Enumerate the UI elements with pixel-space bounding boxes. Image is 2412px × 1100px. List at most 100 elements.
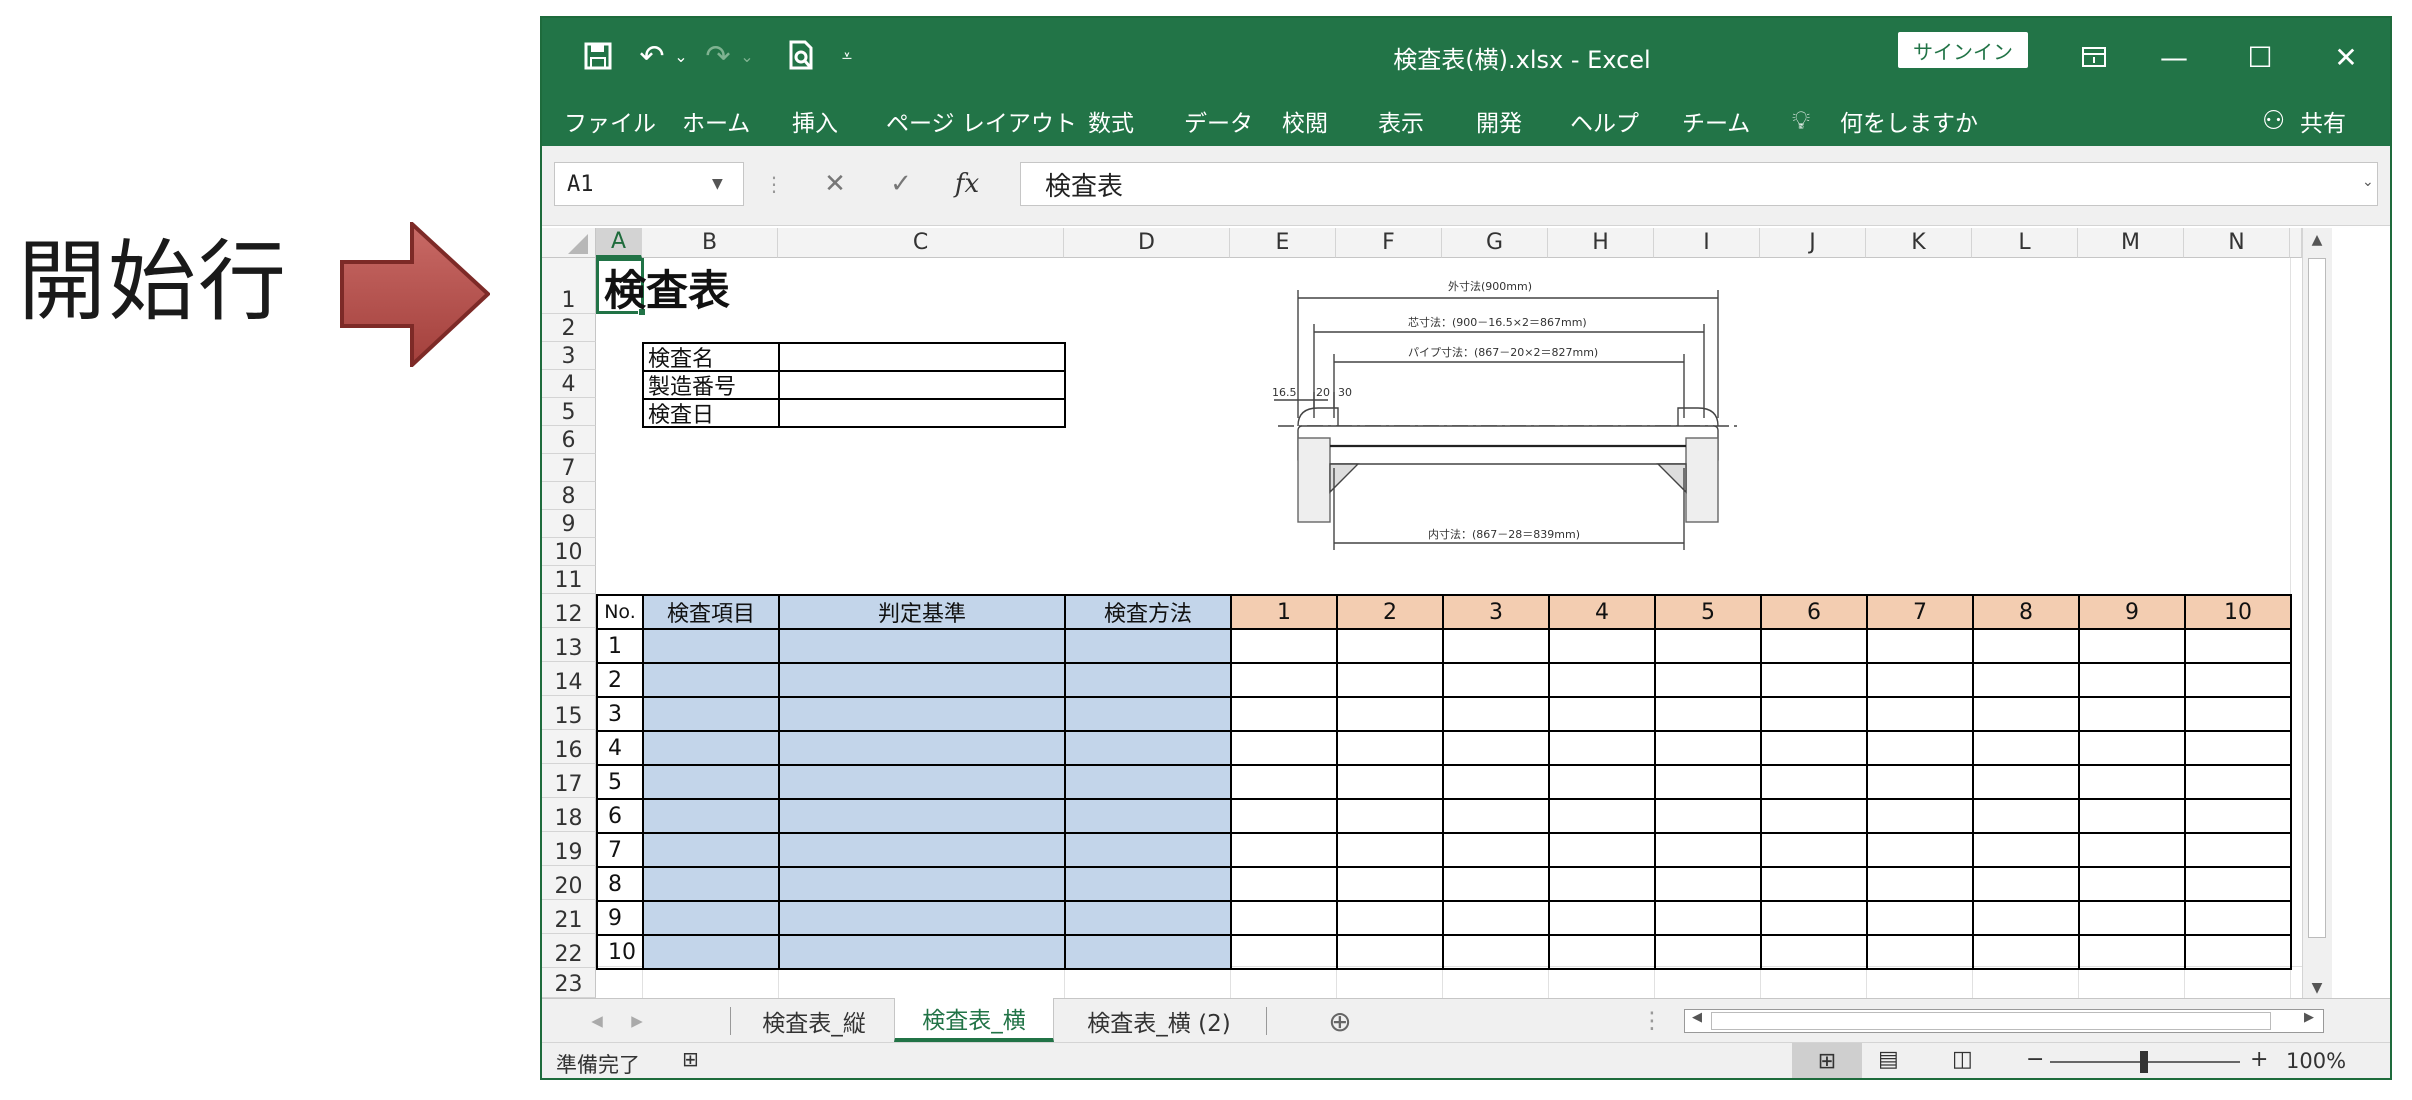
scroll-right-icon[interactable]: ▶ [2299,1010,2319,1032]
table-cell[interactable] [1442,866,1550,902]
table-cell[interactable] [1442,900,1550,936]
zoom-slider-thumb[interactable] [2140,1051,2148,1073]
column-header[interactable]: F [1336,228,1442,258]
table-cell[interactable] [1548,832,1656,868]
table-cell[interactable] [2184,798,2292,834]
select-all-corner[interactable] [542,228,596,258]
row-header[interactable]: 5 [542,398,596,426]
formula-input[interactable]: 検査表 [1020,162,2378,206]
table-cell[interactable] [1442,730,1550,766]
lightbulb-icon[interactable]: 💡︎ [1792,96,1810,146]
next-sheet-icon[interactable]: ▸ [622,999,652,1043]
table-cell[interactable] [1866,764,1974,800]
table-cell[interactable] [1336,866,1444,902]
row-number-cell[interactable]: 1 [596,628,644,664]
table-cell[interactable] [1230,730,1338,766]
table-cell[interactable] [2078,764,2186,800]
tab-help[interactable]: ヘルプ [1570,96,1639,146]
expand-formula-icon[interactable]: ⌄ [2362,174,2374,190]
macro-record-icon[interactable]: ⊞ [682,1047,699,1071]
table-cell[interactable] [1760,798,1868,834]
row-header[interactable]: 6 [542,426,596,454]
table-cell[interactable] [1064,900,1232,936]
table-cell[interactable] [2184,628,2292,664]
undo-icon[interactable]: ↶ [634,36,670,76]
column-header[interactable]: K [1866,228,1972,258]
row-header[interactable]: 8 [542,482,596,510]
row-header[interactable]: 20 [542,866,596,900]
chevron-down-icon[interactable]: ▼ [712,176,723,192]
table-cell[interactable] [1654,662,1762,698]
table-cell[interactable] [1654,730,1762,766]
maximize-icon[interactable]: ☐ [2218,18,2302,96]
table-cell[interactable] [1760,900,1868,936]
tell-me-search[interactable]: 何をしますか [1840,96,1978,146]
table-cell[interactable] [1336,764,1444,800]
column-header[interactable]: C [778,228,1064,258]
row-number-cell[interactable]: 4 [596,730,644,766]
table-cell[interactable] [1548,696,1656,732]
table-cell[interactable] [778,900,1066,936]
table-cell[interactable] [1654,696,1762,732]
table-cell[interactable] [642,628,780,664]
table-cell[interactable] [642,764,780,800]
normal-view-button[interactable]: ⊞ [1792,1043,1862,1078]
redo-dropdown-icon[interactable]: ⌄ [736,36,758,76]
table-cell[interactable] [1064,832,1232,868]
info-value-cell[interactable] [778,398,1066,428]
zoom-out-icon[interactable]: − [2026,1047,2044,1072]
table-cell[interactable] [1442,628,1550,664]
row-header[interactable]: 9 [542,510,596,538]
table-cell[interactable] [1972,934,2080,970]
table-cell[interactable] [2078,900,2186,936]
table-cell[interactable] [778,764,1066,800]
insert-function-icon[interactable]: fx [942,162,992,206]
row-header[interactable]: 19 [542,832,596,866]
table-cell[interactable] [1064,764,1232,800]
table-cell[interactable] [1760,662,1868,698]
cancel-icon[interactable]: ✕ [810,162,860,206]
table-cell[interactable] [1972,662,2080,698]
page-break-view-icon[interactable]: ◫ [1952,1047,1973,1072]
row-header[interactable]: 21 [542,900,596,934]
tab-file[interactable]: ファイル [564,96,656,146]
table-cell[interactable] [1336,696,1444,732]
customize-qat-icon[interactable]: ⩡ [834,36,860,76]
info-value-cell[interactable] [778,342,1066,372]
table-cell[interactable] [1866,730,1974,766]
row-number-cell[interactable]: 9 [596,900,644,936]
table-cell[interactable] [1654,628,1762,664]
sheet-tab-horizontal[interactable]: 検査表_横 [894,998,1054,1042]
redo-icon[interactable]: ↷ [700,36,736,76]
row-header[interactable]: 15 [542,696,596,730]
table-cell[interactable] [1336,900,1444,936]
save-icon[interactable] [578,36,618,76]
row-header[interactable]: 2 [542,314,596,342]
ribbon-display-options-icon[interactable] [2052,18,2136,96]
signin-button[interactable]: サインイン [1898,32,2028,68]
table-cell[interactable] [778,798,1066,834]
table-cell[interactable] [2184,764,2292,800]
table-cell[interactable] [2184,900,2292,936]
table-cell[interactable] [1064,662,1232,698]
print-preview-icon[interactable] [782,36,822,76]
tab-page-layout[interactable]: ページ レイアウト [886,96,1077,146]
scroll-up-icon[interactable]: ▲ [2307,232,2327,252]
tab-view[interactable]: 表示 [1378,96,1424,146]
table-cell[interactable] [1336,798,1444,834]
table-cell[interactable] [1442,764,1550,800]
tab-insert[interactable]: 挿入 [792,96,838,146]
table-cell[interactable] [1654,934,1762,970]
table-cell[interactable] [778,662,1066,698]
table-cell[interactable] [642,832,780,868]
horizontal-scroll-thumb[interactable] [1711,1012,2271,1030]
row-header[interactable]: 14 [542,662,596,696]
table-cell[interactable] [1064,730,1232,766]
row-header[interactable]: 22 [542,934,596,968]
table-cell[interactable] [1654,764,1762,800]
table-cell[interactable] [1654,832,1762,868]
table-cell[interactable] [1336,730,1444,766]
row-header[interactable]: 10 [542,538,596,566]
column-header[interactable]: G [1442,228,1548,258]
table-cell[interactable] [2184,832,2292,868]
